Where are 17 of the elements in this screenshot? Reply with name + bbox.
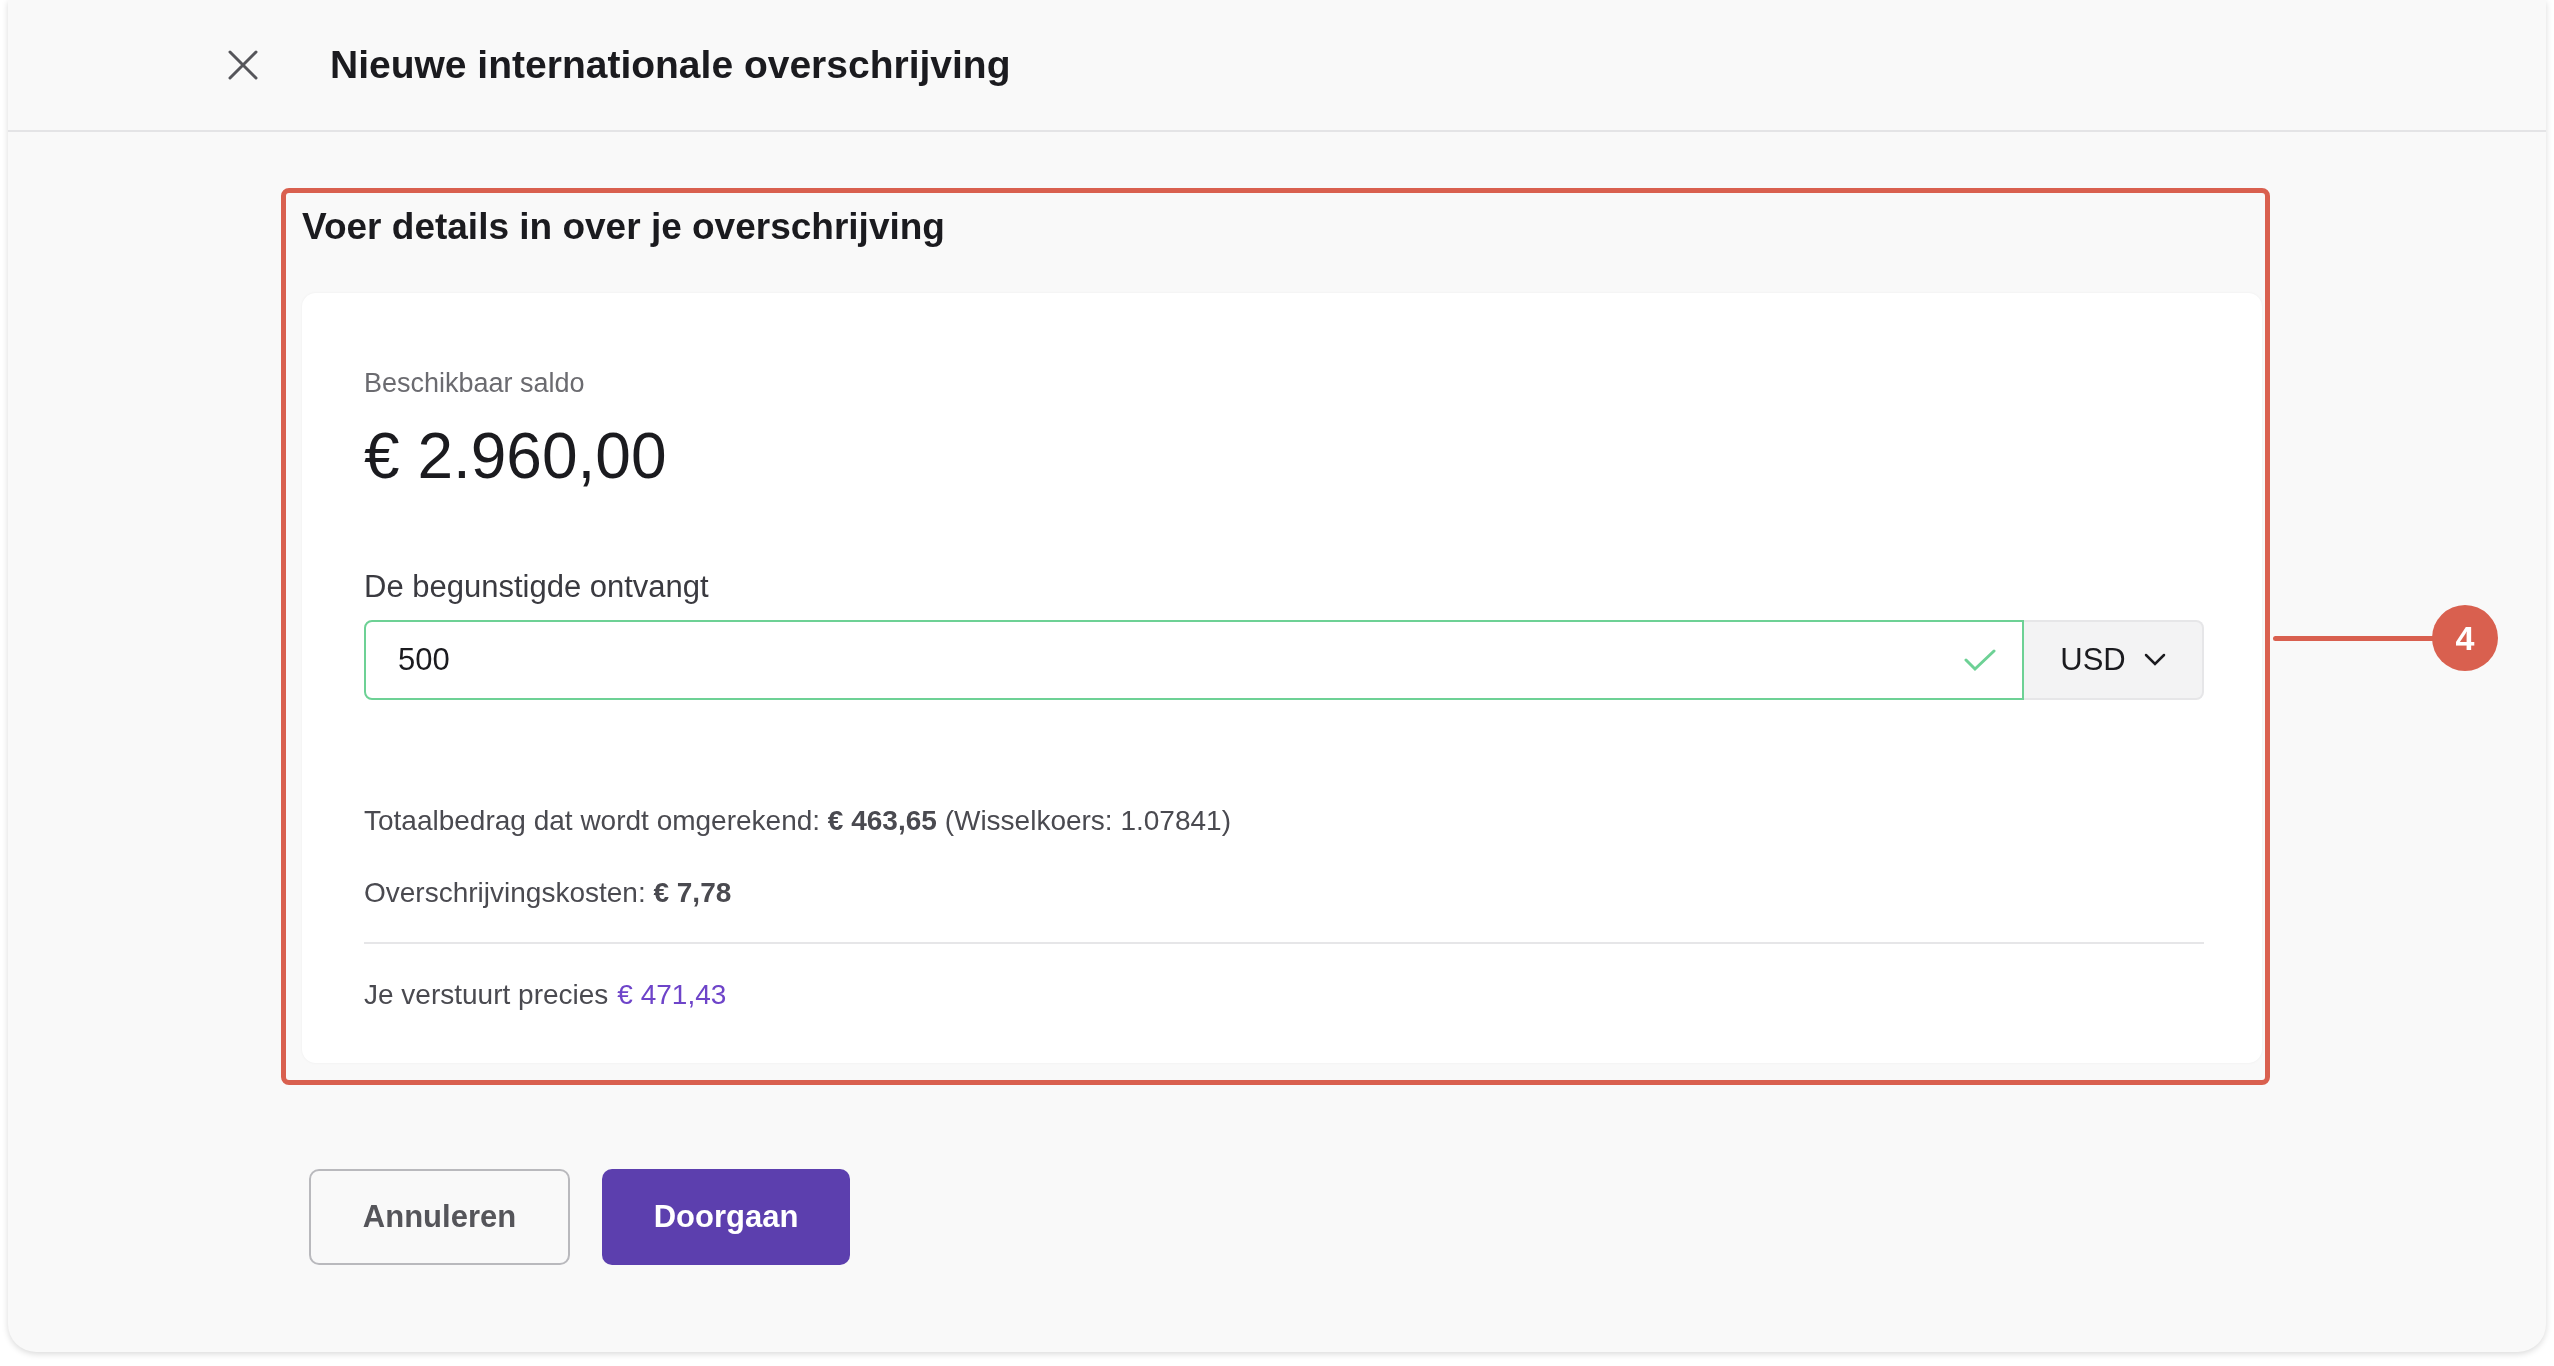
close-button[interactable] [226,48,260,82]
cancel-button[interactable]: Annuleren [309,1169,570,1265]
summary-text: Overschrijvingskosten: € 7,78 [364,876,733,911]
summary-text: Totaalbedrag dat wordt omgerekend: € 463,65 (Wisselkoers: 1.07841) [364,804,1232,839]
field-label: De begunstigde ontvangt [364,567,710,606]
chevron-down-icon [2143,653,2166,668]
total-label: Je verstuurt precies [364,978,609,1013]
amount-field[interactable]: 500 [364,620,2024,701]
balance-label: Beschikbaar saldo [364,367,586,401]
balance-amount: € 2.960,00 [364,418,668,494]
close-icon [226,48,260,82]
currency-dropdown[interactable]: USD [2024,620,2204,701]
callout-number: 4 [2432,605,2498,671]
page-title: Nieuwe internationale overschrijving [330,41,1011,88]
continue-button[interactable]: Doorgaan [602,1169,850,1265]
total-amount: € 471,43 [617,978,727,1013]
section-title: Voer details in over je overschrijving [302,205,946,249]
